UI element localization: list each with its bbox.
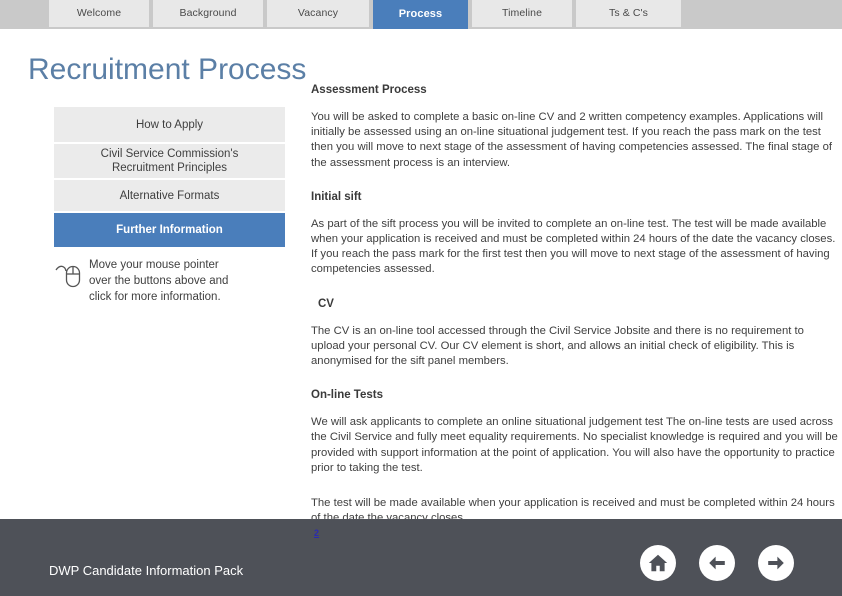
next-button[interactable] <box>758 545 794 581</box>
section-body-initial-sift: As part of the sift process you will be … <box>311 217 839 278</box>
mouse-hint-text: Move your mouse pointer over the buttons… <box>89 255 228 305</box>
side-navigation: How to Apply Civil Service Commission's … <box>54 107 285 249</box>
tab-process[interactable]: Process <box>373 0 468 29</box>
section-body-online-tests: We will ask applicants to complete an on… <box>311 415 839 476</box>
section-heading-assessment-process: Assessment Process <box>311 84 839 96</box>
section-body-cv: The CV is an on-line tool accessed throu… <box>311 324 839 370</box>
mouse-icon <box>54 261 84 295</box>
tab-ts-and-cs-label: Ts & C's <box>609 7 648 19</box>
tab-welcome[interactable]: Welcome <box>49 0 149 27</box>
arrow-left-icon <box>706 552 728 574</box>
sidebar-item-civil-service-commission-label: Civil Service Commission's Recruitment P… <box>101 147 239 175</box>
sidebar-item-alternative-formats-label: Alternative Formats <box>120 189 220 203</box>
footer-title: DWP Candidate Information Pack <box>49 563 243 578</box>
main-content: Assessment Process You will be asked to … <box>311 84 839 546</box>
tab-background-label: Background <box>179 7 236 19</box>
mouse-hint: Move your mouse pointer over the buttons… <box>54 255 294 305</box>
tab-vacancy[interactable]: Vacancy <box>267 0 369 27</box>
footer-page-marker[interactable]: 2 <box>314 529 319 538</box>
sidebar-item-csc-line2: Recruitment Principles <box>101 161 239 175</box>
previous-button[interactable] <box>699 545 735 581</box>
tab-list: Welcome Background Vacancy Process Timel… <box>49 0 685 29</box>
tab-process-label: Process <box>399 8 443 20</box>
footer-navigation <box>640 545 794 581</box>
sidebar-item-alternative-formats[interactable]: Alternative Formats <box>54 180 285 211</box>
page-title: Recruitment Process <box>28 53 306 87</box>
sidebar-item-further-information[interactable]: Further Information <box>54 213 285 247</box>
section-heading-initial-sift: Initial sift <box>311 191 839 203</box>
mouse-hint-line1: Move your mouse pointer <box>89 259 219 271</box>
tab-vacancy-label: Vacancy <box>298 7 338 19</box>
section-body-assessment-process: You will be asked to complete a basic on… <box>311 110 839 171</box>
home-icon <box>647 552 669 574</box>
section-heading-cv: CV <box>311 298 839 310</box>
section-heading-online-tests: On-line Tests <box>311 389 839 401</box>
home-button[interactable] <box>640 545 676 581</box>
arrow-right-icon <box>765 552 787 574</box>
sidebar-item-csc-line1: Civil Service Commission's <box>101 147 239 161</box>
top-tab-bar: Welcome Background Vacancy Process Timel… <box>0 0 842 29</box>
tab-ts-and-cs[interactable]: Ts & C's <box>576 0 681 27</box>
tab-timeline-label: Timeline <box>502 7 542 19</box>
footer: 2 DWP Candidate Information Pack <box>0 519 842 596</box>
mouse-hint-line2: over the buttons above and <box>89 275 228 287</box>
sidebar-item-further-information-label: Further Information <box>116 223 223 237</box>
sidebar-item-civil-service-commission[interactable]: Civil Service Commission's Recruitment P… <box>54 144 285 178</box>
tab-timeline[interactable]: Timeline <box>472 0 572 27</box>
tab-welcome-label: Welcome <box>77 7 121 19</box>
sidebar-item-how-to-apply[interactable]: How to Apply <box>54 107 285 142</box>
mouse-hint-line3: click for more information. <box>89 291 221 303</box>
tab-background[interactable]: Background <box>153 0 263 27</box>
sidebar-item-how-to-apply-label: How to Apply <box>136 118 203 132</box>
